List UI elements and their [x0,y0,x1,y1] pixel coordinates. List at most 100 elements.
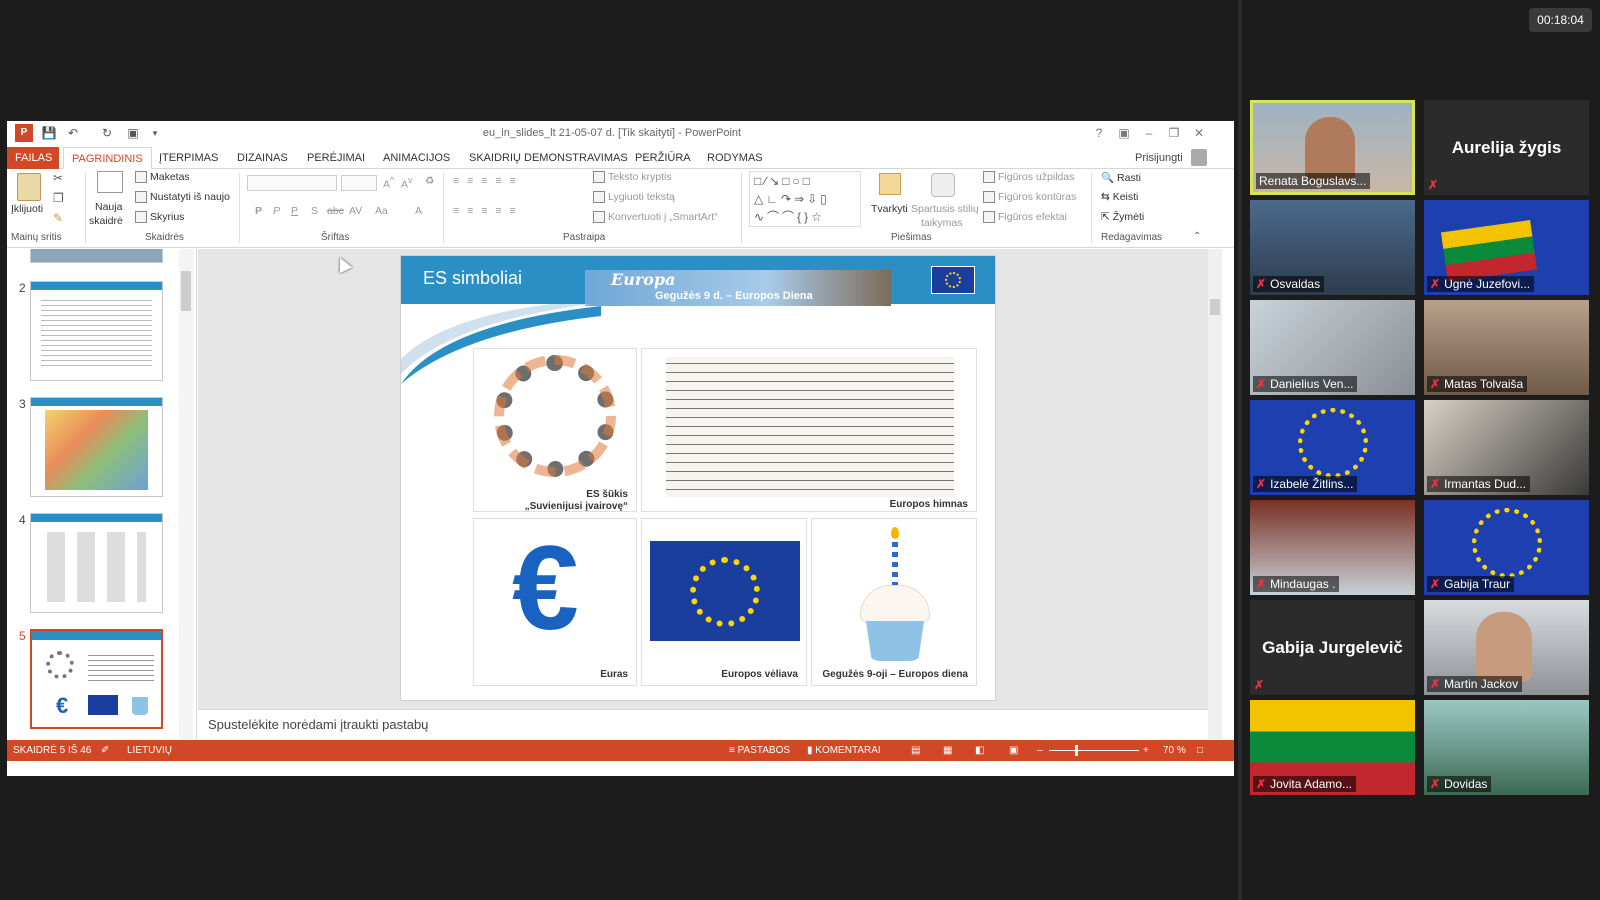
tab-slideshow[interactable]: SKAIDRIŲ DEMONSTRAVIMAS [461,147,636,169]
participant-tile[interactable]: Gabija Jurgelevič ✗ [1250,600,1415,695]
section-button[interactable]: Skyrius [150,211,184,223]
slide-sorter-icon[interactable]: ▦ [943,740,952,761]
underline-button[interactable]: P [291,205,298,217]
tab-animations[interactable]: ANIMACIJOS [375,147,458,169]
list-buttons-icon[interactable]: ≡≡≡≡≡ [453,175,524,187]
zoom-level[interactable]: 70 % [1163,740,1186,761]
shape-outline-button[interactable]: Figūros kontūras [998,191,1076,203]
slide-thumbnail[interactable] [30,281,163,381]
notes-button[interactable]: PASTABOS [738,745,790,756]
quick-styles-icon[interactable] [931,173,955,197]
replace-button[interactable]: Keisti [1113,191,1139,203]
normal-view-icon[interactable]: ▤ [911,740,920,761]
customize-toolbar-icon[interactable]: ▾ [147,125,163,141]
arrange-button[interactable]: Tvarkyti [871,203,908,215]
shrink-font-icon[interactable]: Av [401,175,412,191]
participant-tile[interactable]: ✗ Matas Tolvaiša [1424,300,1589,395]
zoom-slider[interactable] [1049,750,1139,751]
layout-button[interactable]: Maketas [150,171,190,183]
panel-divider[interactable] [1238,0,1242,900]
font-name-dropdown[interactable] [247,175,337,191]
user-avatar-icon[interactable] [1191,149,1207,166]
slide-thumbnail[interactable] [30,513,163,613]
reset-button[interactable]: Nustatyti iš naujo [150,191,230,203]
minimize-icon[interactable]: – [1140,125,1158,141]
participant-tile[interactable]: ✗ Mindaugas . [1250,500,1415,595]
new-slide-button-line1[interactable]: Nauja [95,201,122,213]
font-size-dropdown[interactable] [341,175,377,191]
zoom-in-icon[interactable]: + [1143,740,1149,761]
change-case-button[interactable]: Aa [375,205,388,217]
shadow-button[interactable]: S [311,205,318,217]
participant-tile[interactable]: ✗ Dovidas [1424,700,1589,795]
ribbon-display-icon[interactable]: ▣ [1115,125,1133,141]
comments-button[interactable]: KOMENTARAI [815,745,880,756]
new-slide-icon[interactable] [97,171,123,193]
italic-button[interactable]: P [273,205,280,217]
paste-icon[interactable] [17,173,41,201]
participant-tile[interactable]: ✗ Danielius Ven... [1250,300,1415,395]
participant-tile[interactable]: Aurelija žygis ✗ [1424,100,1589,195]
shape-fill-button[interactable]: Figūros užpildas [998,171,1074,183]
participant-tile[interactable]: ✗ Martin Jackov [1424,600,1589,695]
select-button[interactable]: Žymėti [1113,211,1145,223]
save-icon[interactable]: 💾 [41,125,57,141]
collapse-ribbon-icon[interactable]: ⌃ [1193,231,1201,242]
close-icon[interactable]: ✕ [1190,125,1208,141]
find-button[interactable]: Rasti [1117,172,1141,184]
redo-icon[interactable]: ↻ [99,125,115,141]
slide-thumbnail-partial[interactable] [30,249,163,263]
sign-in-link[interactable]: Prisijungti [1127,147,1191,169]
thumbnails-scrollbar[interactable] [179,249,193,739]
tab-view[interactable]: RODYMAS [699,147,771,169]
quick-styles-button-line2[interactable]: taikymas [921,217,962,229]
spell-check-icon[interactable]: ✐ [101,740,109,761]
cut-icon[interactable]: ✂ [53,171,63,185]
slide-thumbnail-selected[interactable]: € [30,629,163,729]
text-direction-button[interactable]: Teksto kryptis [608,171,672,183]
language-indicator[interactable]: LIETUVIŲ [127,740,172,761]
align-buttons-icon[interactable]: ≡≡≡≡≡ [453,205,524,217]
slideshow-view-icon[interactable]: ▣ [1009,740,1018,761]
shape-effects-button[interactable]: Figūros efektai [998,211,1067,223]
participant-tile[interactable]: ✗ Gabija Traur [1424,500,1589,595]
participant-tile[interactable]: ✗ Izabelė Žitlins... [1250,400,1415,495]
participant-tile[interactable]: ✗ Ugnė Juzefovi... [1424,200,1589,295]
strikethrough-button[interactable]: abc [327,205,344,217]
tab-review[interactable]: PERŽIŪRA [627,147,699,169]
character-spacing-button[interactable]: AV [349,205,362,217]
tab-file[interactable]: FAILAS [7,147,59,169]
grow-font-icon[interactable]: A^ [383,175,394,191]
quick-styles-button-line1[interactable]: Spartusis stilių [911,203,979,215]
participant-tile[interactable]: ✗ Jovita Adamo... [1250,700,1415,795]
participant-tile[interactable]: ✗ Irmantas Dud... [1424,400,1589,495]
current-slide[interactable]: ES simboliai Europa Gegužės 9 d. – Europ… [400,255,996,701]
bold-button[interactable]: P [255,205,262,217]
font-color-button[interactable]: A [415,205,422,217]
zoom-out-icon[interactable]: – [1037,740,1043,761]
participant-tile-active[interactable]: Renata Boguslavs... [1250,100,1415,195]
notes-pane[interactable]: Spustelėkite norėdami įtraukti pastabų [198,709,1208,739]
clear-format-icon[interactable]: ♻ [425,175,434,187]
format-painter-icon[interactable]: ✎ [53,211,63,225]
tab-insert[interactable]: ĮTERPIMAS [151,147,226,169]
tab-home[interactable]: PAGRINDINIS [63,147,152,169]
zoom-slider-thumb[interactable] [1075,745,1078,756]
align-text-button[interactable]: Lygiuoti tekstą [608,191,675,203]
undo-icon[interactable]: ↶ [65,125,81,141]
paste-button[interactable]: Įklijuoti [11,203,43,215]
shapes-gallery[interactable]: □∕↘□○□ △∟↷⇒⇩▯ ∿⌒⌒{}☆ [749,171,861,227]
slide-thumbnail[interactable] [30,397,163,497]
restore-icon[interactable]: ❐ [1165,125,1183,141]
new-slide-button-line2[interactable]: skaidrė [89,215,123,227]
tab-design[interactable]: DIZAINAS [229,147,296,169]
help-icon[interactable]: ? [1090,125,1108,141]
fit-to-window-icon[interactable]: □ [1197,740,1203,761]
copy-icon[interactable]: ❐ [53,191,64,205]
reading-view-icon[interactable]: ◧ [975,740,984,761]
tab-transitions[interactable]: PERĖJIMAI [299,147,373,169]
participant-tile[interactable]: ✗ Osvaldas [1250,200,1415,295]
start-slideshow-icon[interactable]: ▣ [125,125,141,141]
convert-smartart-button[interactable]: Konvertuoti į „SmartArt“ [608,211,718,223]
editor-scrollbar[interactable] [1208,249,1222,739]
